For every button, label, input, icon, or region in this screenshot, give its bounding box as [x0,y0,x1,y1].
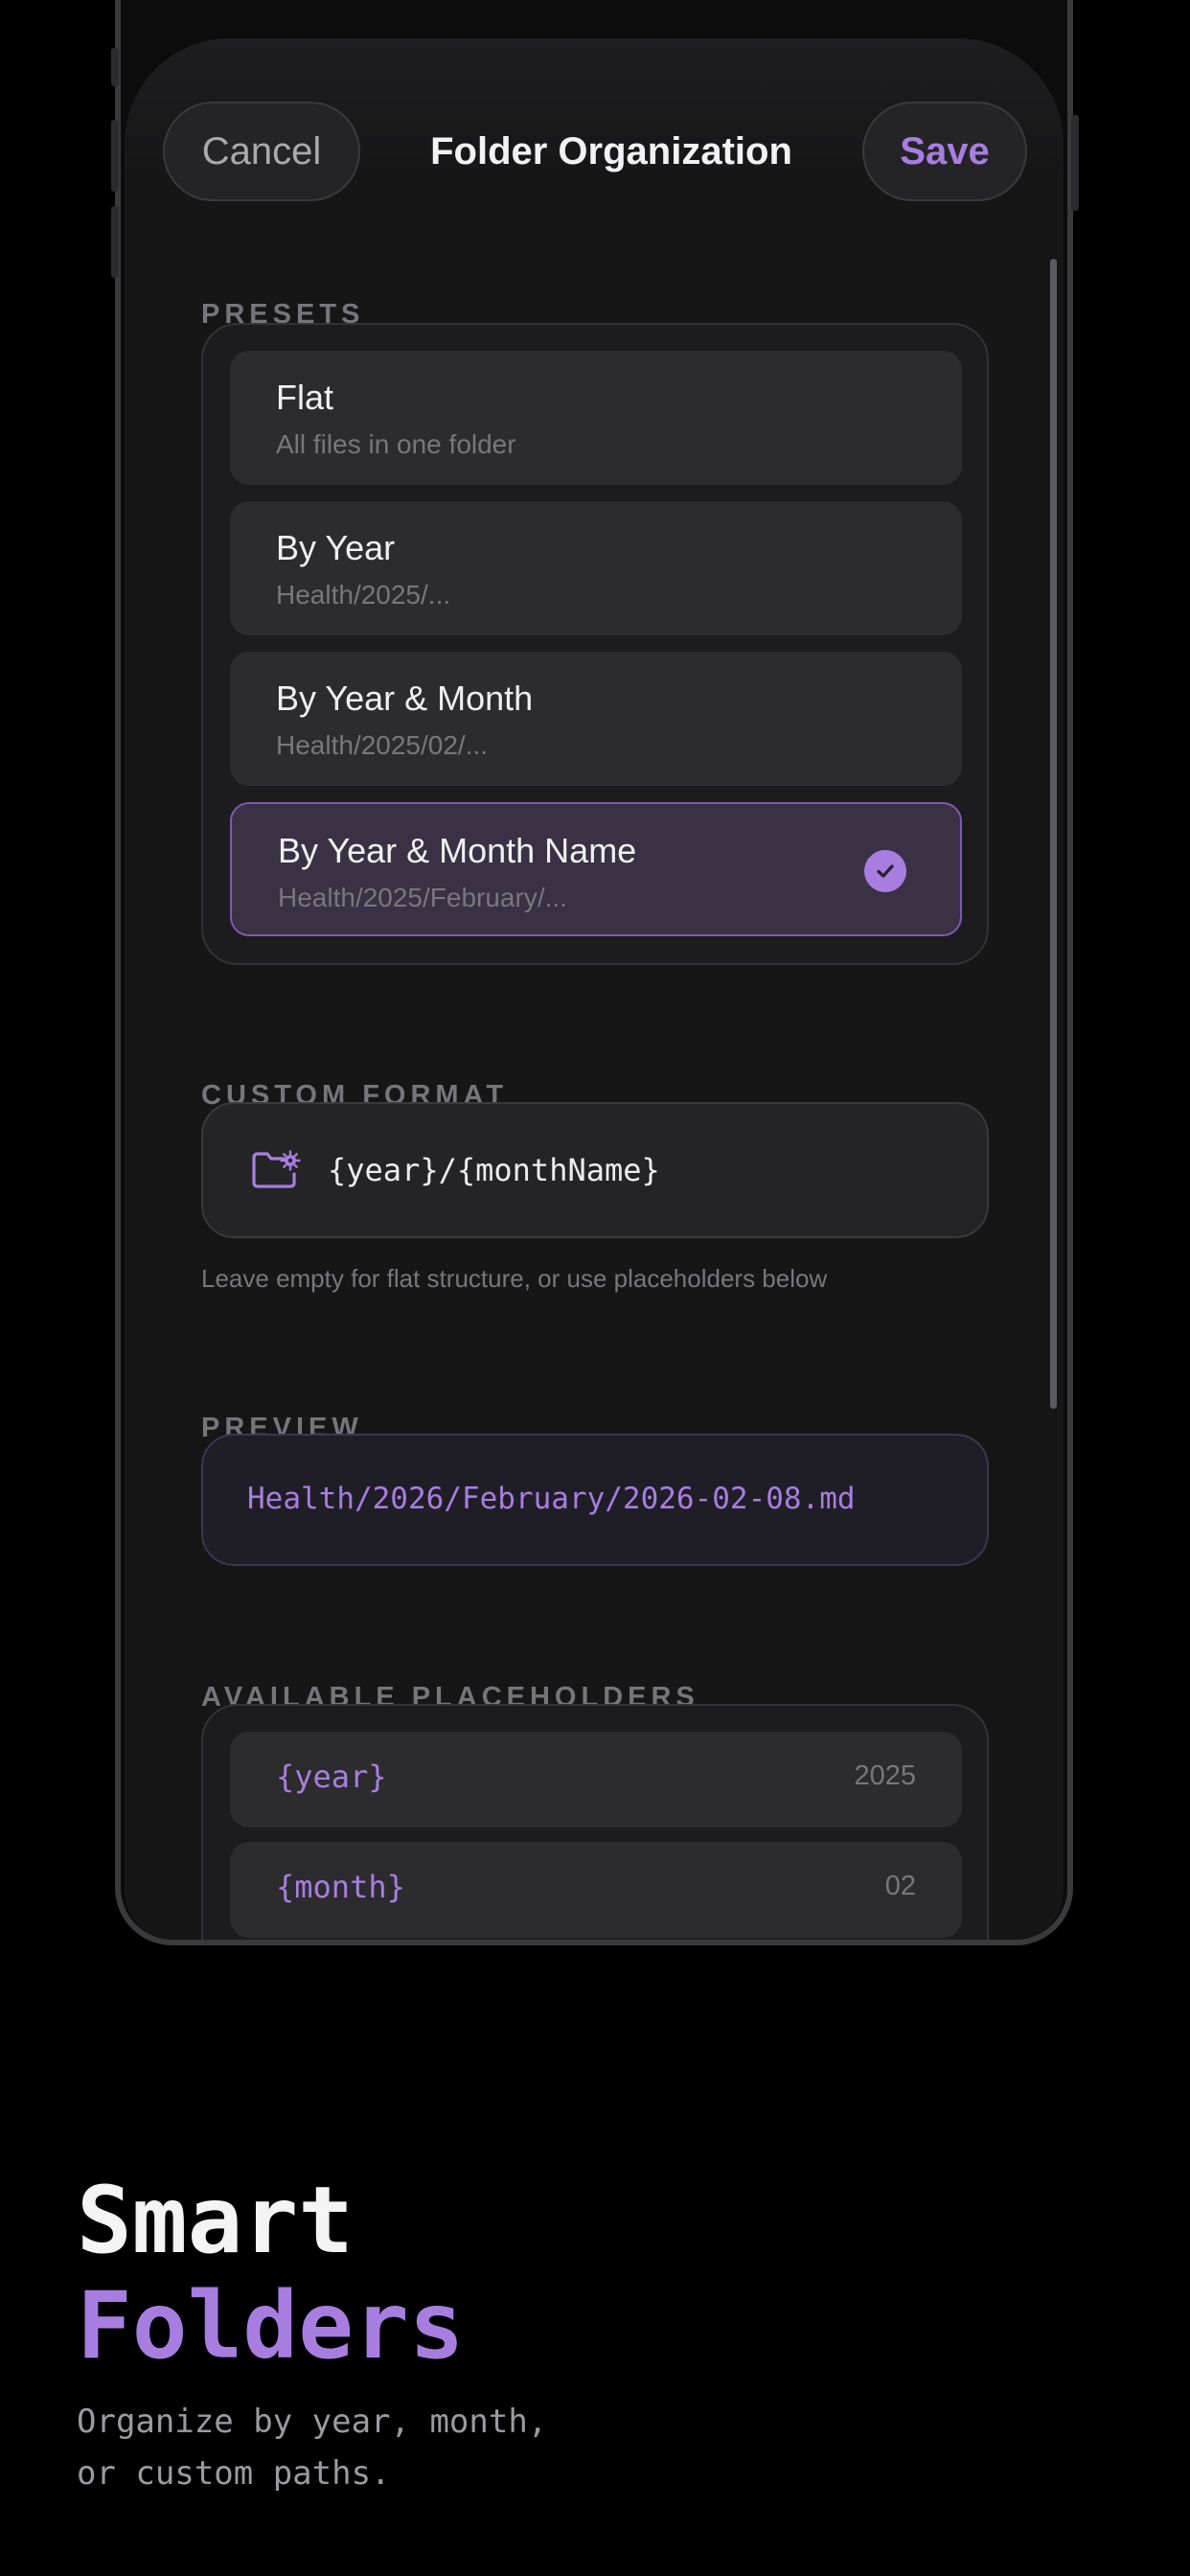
preview-path: Health/2026/February/2026-02-08.md [247,1482,856,1516]
preset-subtitle: All files in one folder [276,429,516,459]
preset-title: By Year [276,528,396,567]
folder-gear-icon [251,1150,301,1195]
marketing-subtitle: Organize by year, month, or custom paths… [77,2403,548,2493]
placeholders-group: {year} 2025 {month} 02 [201,1704,989,1940]
preset-title: By Year & Month Name [278,831,637,870]
preset-subtitle: Health/2025/February/... [278,883,567,912]
custom-format-helper-text: Leave empty for flat structure, or use p… [201,1264,828,1293]
placeholder-row-year[interactable]: {year} 2025 [230,1732,962,1828]
preset-subtitle: Health/2025/02/... [276,730,489,760]
checkmark-icon [864,850,906,892]
placeholder-example: 02 [884,1871,916,1901]
placeholder-example: 2025 [854,1760,916,1791]
headline-line-1: Smart [77,2167,354,2274]
custom-format-value: {year}/{monthName} [328,1152,660,1188]
save-button[interactable]: Save [862,102,1027,201]
page-title: Folder Organization [430,129,792,172]
placeholder-token: {year} [276,1759,387,1795]
placeholder-token: {month} [276,1869,405,1905]
preset-by-year[interactable]: By Year Health/2025/... [230,501,962,635]
preset-flat[interactable]: Flat All files in one folder [230,351,962,485]
headline-line-2: Folders [77,2272,465,2380]
scrollbar[interactable] [1050,259,1057,1409]
phone-power-button [1071,115,1079,211]
preview-box: Health/2026/February/2026-02-08.md [201,1434,989,1566]
phone-side-button [111,48,119,86]
preset-subtitle: Health/2025/... [276,580,451,610]
phone-volume-up-button [111,120,119,192]
custom-format-input[interactable]: {year}/{monthName} [201,1102,989,1238]
preset-title: By Year & Month [276,678,534,718]
phone-volume-down-button [111,206,119,278]
preset-by-year-month-name[interactable]: By Year & Month Name Health/2025/Februar… [230,802,962,936]
settings-sheet: Cancel Folder Organization Save PRESETS … [125,38,1064,1940]
preset-by-year-month[interactable]: By Year & Month Health/2025/02/... [230,652,962,786]
preset-title: Flat [276,378,334,417]
cancel-button[interactable]: Cancel [163,102,360,201]
placeholder-row-month[interactable]: {month} 02 [230,1842,962,1938]
presets-group: Flat All files in one folder By Year Hea… [201,323,989,965]
